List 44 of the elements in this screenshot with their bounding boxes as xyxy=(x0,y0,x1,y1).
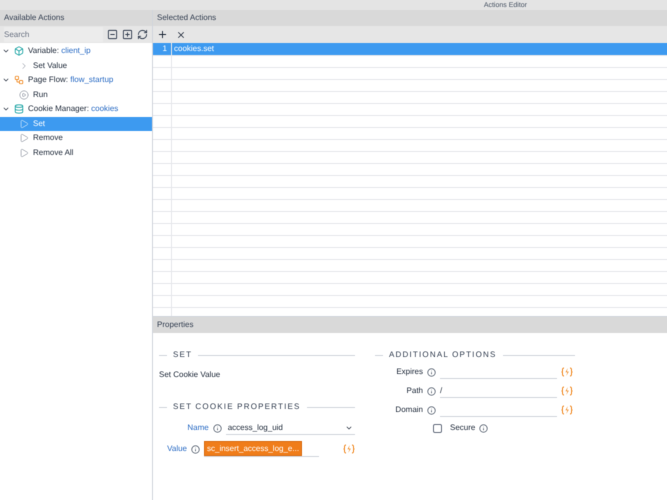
play-icon xyxy=(19,148,29,158)
info-icon[interactable] xyxy=(212,424,222,432)
info-icon[interactable] xyxy=(191,444,200,454)
tree-node[interactable]: Page Flow: flow_startup xyxy=(0,73,152,88)
tree-item[interactable]: Run xyxy=(0,88,152,102)
panel-header: Available Actions xyxy=(0,10,152,26)
panel-header: Properties xyxy=(153,317,667,333)
collapse-all-icon[interactable] xyxy=(107,29,118,40)
description-text: Set Cookie Value xyxy=(159,369,222,381)
panel-header: Selected Actions xyxy=(153,10,667,26)
tree-item[interactable]: Remove All xyxy=(0,146,152,160)
database-icon xyxy=(14,104,24,114)
cube-icon xyxy=(14,46,24,56)
line-number: 1 xyxy=(153,43,172,55)
field-label: Name xyxy=(186,422,209,434)
info-icon[interactable] xyxy=(427,368,436,376)
name-dropdown[interactable]: access_log_uid xyxy=(226,421,355,435)
tree-item[interactable]: Set Value xyxy=(0,58,152,73)
tree-item[interactable]: Remove xyxy=(0,131,152,146)
field-label: Value xyxy=(166,443,187,455)
info-icon[interactable] xyxy=(479,424,488,432)
expand-all-icon[interactable] xyxy=(122,29,133,40)
search-field[interactable]: Search xyxy=(4,27,103,42)
tree-node[interactable]: Variable: client_ip xyxy=(0,44,152,58)
flow-icon xyxy=(14,75,24,86)
section-heading: ADDITIONAL OPTIONS xyxy=(389,349,497,361)
add-icon[interactable] xyxy=(157,29,168,40)
play-icon xyxy=(19,118,29,129)
checkbox-label: Secure xyxy=(450,422,476,434)
play-icon xyxy=(19,133,29,144)
section-heading: SET xyxy=(173,349,192,361)
tree-node[interactable]: Cookie Manager: cookies xyxy=(0,102,152,116)
secure-checkbox[interactable] xyxy=(433,424,442,432)
play-circle-icon xyxy=(19,90,29,100)
info-icon[interactable] xyxy=(427,386,436,396)
refresh-icon[interactable] xyxy=(137,29,148,40)
delete-icon[interactable] xyxy=(176,30,186,40)
info-icon[interactable] xyxy=(427,406,436,414)
action-name: cookies.set xyxy=(173,43,214,55)
field-label: Expires xyxy=(395,366,423,378)
field-label: Domain xyxy=(394,404,423,416)
input-field[interactable]: / xyxy=(440,384,557,398)
section-heading: SET COOKIE PROPERTIES xyxy=(173,401,301,413)
field-label: Path xyxy=(406,385,423,397)
